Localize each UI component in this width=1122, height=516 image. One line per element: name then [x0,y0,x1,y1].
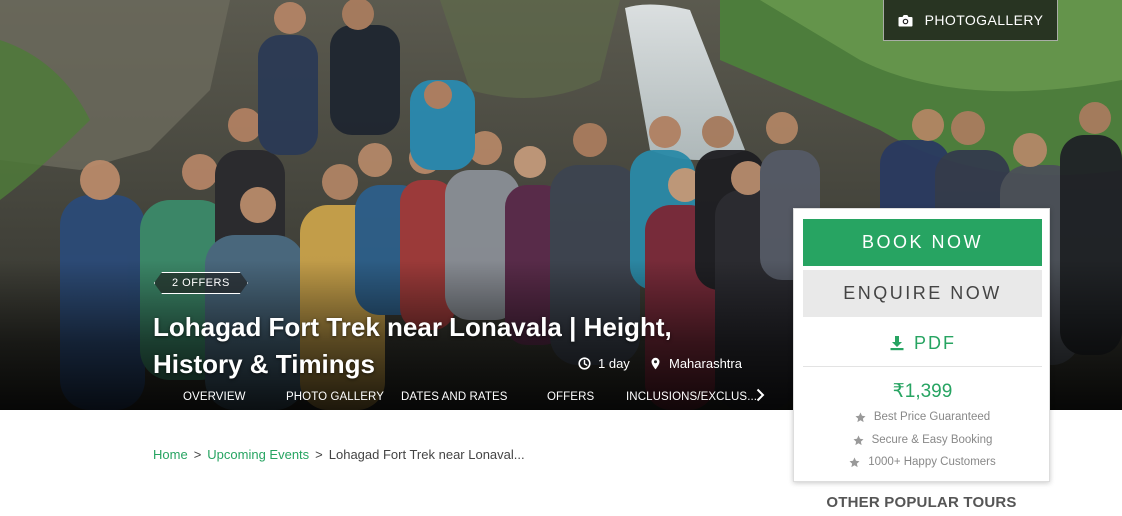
tab-offers[interactable]: OFFERS [547,391,594,403]
feature-best-price: Best Price Guaranteed [794,411,1051,423]
tab-photo-gallery[interactable]: PHOTO GALLERY [286,391,384,403]
offers-badge[interactable]: 2 OFFERS [154,272,248,294]
tour-location: Maharashtra [649,356,742,371]
breadcrumb: Home > Upcoming Events > Lohagad Fort Tr… [153,447,525,462]
map-pin-icon [651,357,660,370]
breadcrumb-current: Lohagad Fort Trek near Lonaval... [328,447,525,462]
tour-page: PHOTOGALLERY 2 OFFERS Lohagad Fort Trek … [0,0,1122,516]
photogallery-label: PHOTOGALLERY [924,12,1044,28]
chevron-right-icon[interactable] [754,388,766,402]
breadcrumb-upcoming-events[interactable]: Upcoming Events [207,447,309,462]
feature-secure-booking: Secure & Easy Booking [794,434,1051,446]
feature-happy-customers: 1000+ Happy Customers [794,456,1051,468]
clock-icon [578,357,591,370]
feature-label: Secure & Easy Booking [871,434,993,446]
breadcrumb-home[interactable]: Home [153,447,188,462]
tour-duration-value: 1 day [598,356,630,371]
tour-title: Lohagad Fort Trek near Lonavala | Height… [153,312,672,379]
feature-label: Best Price Guaranteed [873,411,991,423]
star-icon [853,435,864,445]
offers-badge-label: 2 OFFERS [172,277,230,289]
tab-dates-and-rates[interactable]: DATES AND RATES [401,391,508,403]
camera-icon [898,14,913,26]
tab-inclusions-exclusions[interactable]: INCLUSIONS/EXCLUS... [626,391,757,403]
card-divider [803,366,1042,367]
pdf-label: PDF [914,332,956,353]
book-now-button[interactable]: BOOK NOW [803,219,1042,266]
pdf-download-button[interactable]: PDF [803,324,1042,362]
tab-overview[interactable]: OVERVIEW [183,391,246,403]
tour-duration: 1 day [578,356,630,371]
tour-location-value: Maharashtra [669,356,742,371]
star-icon [849,457,860,467]
breadcrumb-separator: > [315,447,323,462]
tour-price: ₹1,399 [892,381,953,402]
photogallery-button[interactable]: PHOTOGALLERY [883,0,1058,41]
booking-card: BOOK NOW ENQUIRE NOW PDF ₹1,399 Best Pri… [793,208,1050,482]
download-icon [890,336,904,351]
star-icon [855,412,866,422]
other-popular-tours-heading: OTHER POPULAR TOURS [826,494,1017,511]
enquire-now-button[interactable]: ENQUIRE NOW [803,270,1042,317]
breadcrumb-separator: > [193,447,202,462]
feature-label: 1000+ Happy Customers [868,456,996,468]
